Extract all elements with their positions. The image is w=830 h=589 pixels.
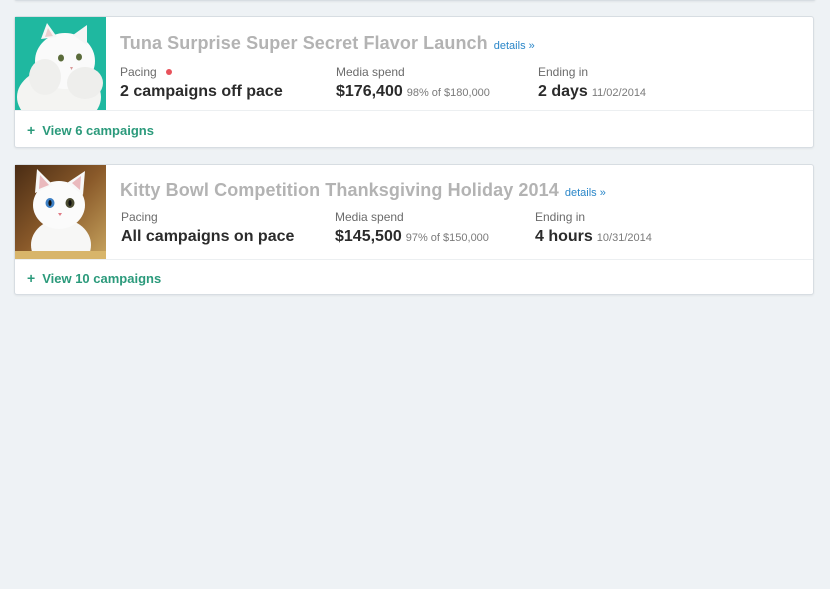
details-link[interactable]: details » [494,40,535,52]
view-campaigns-link[interactable]: + View 10 campaigns [27,270,161,286]
persian-cat-image [15,17,106,110]
ending-date: 11/02/2014 [591,87,647,99]
ending-metric: Ending in 4 hours 10/31/2014 [535,209,652,246]
plus-icon: + [27,122,36,138]
campaign-thumbnail [15,17,106,110]
campaign-thumbnail [15,165,106,259]
campaign-title-row: Kitty Bowl Competition Thanksgiving Holi… [120,180,606,201]
campaign-title: Tuna Surprise Super Secret Flavor Launch [120,33,488,53]
pacing-value: All campaigns on pace [121,228,295,245]
campaign-title: Kitty Bowl Competition Thanksgiving Holi… [120,180,559,200]
ending-label: Ending in [538,65,589,79]
campaign-footer: + View 6 campaigns [15,111,813,149]
previous-card-edge [14,0,816,1]
campaign-card: Kitty Bowl Competition Thanksgiving Holi… [14,164,814,295]
plus-icon: + [27,270,36,286]
media-spend-label: Media spend [335,210,404,224]
details-link[interactable]: details » [565,187,606,199]
kitten-image [15,165,106,259]
pacing-value: 2 campaigns off pace [120,83,283,100]
pacing-metric: Pacing All campaigns on pace [121,209,294,246]
view-campaigns-label: View 10 campaigns [42,270,162,286]
ending-label: Ending in [535,210,586,224]
ending-value: 4 hours [535,228,593,245]
ending-metric: Ending in 2 days 11/02/2014 [538,64,646,101]
campaign-footer: + View 10 campaigns [15,260,813,296]
pacing-label: Pacing [121,210,158,224]
campaign-card: Tuna Surprise Super Secret Flavor Launch… [14,16,814,148]
campaign-summary: Kitty Bowl Competition Thanksgiving Holi… [15,165,813,260]
ending-value: 2 days [538,83,588,100]
off-pace-dot-icon [165,69,172,75]
media-spend-value: $176,400 [336,83,403,100]
media-spend-metric: Media spend $145,500 97% of $150,000 [335,209,489,246]
media-spend-detail: 98% of $180,000 [406,87,490,99]
pacing-label: Pacing [120,65,157,79]
view-campaigns-link[interactable]: + View 6 campaigns [27,122,154,138]
campaign-title-row: Tuna Surprise Super Secret Flavor Launch… [120,33,535,54]
media-spend-detail: 97% of $150,000 [405,232,489,244]
campaign-summary: Tuna Surprise Super Secret Flavor Launch… [15,17,813,111]
ending-date: 10/31/2014 [596,232,652,244]
media-spend-label: Media spend [336,65,405,79]
pacing-metric: Pacing 2 campaigns off pace [120,64,283,101]
media-spend-value: $145,500 [335,228,402,245]
view-campaigns-label: View 6 campaigns [42,122,154,138]
media-spend-metric: Media spend $176,400 98% of $180,000 [336,64,490,101]
